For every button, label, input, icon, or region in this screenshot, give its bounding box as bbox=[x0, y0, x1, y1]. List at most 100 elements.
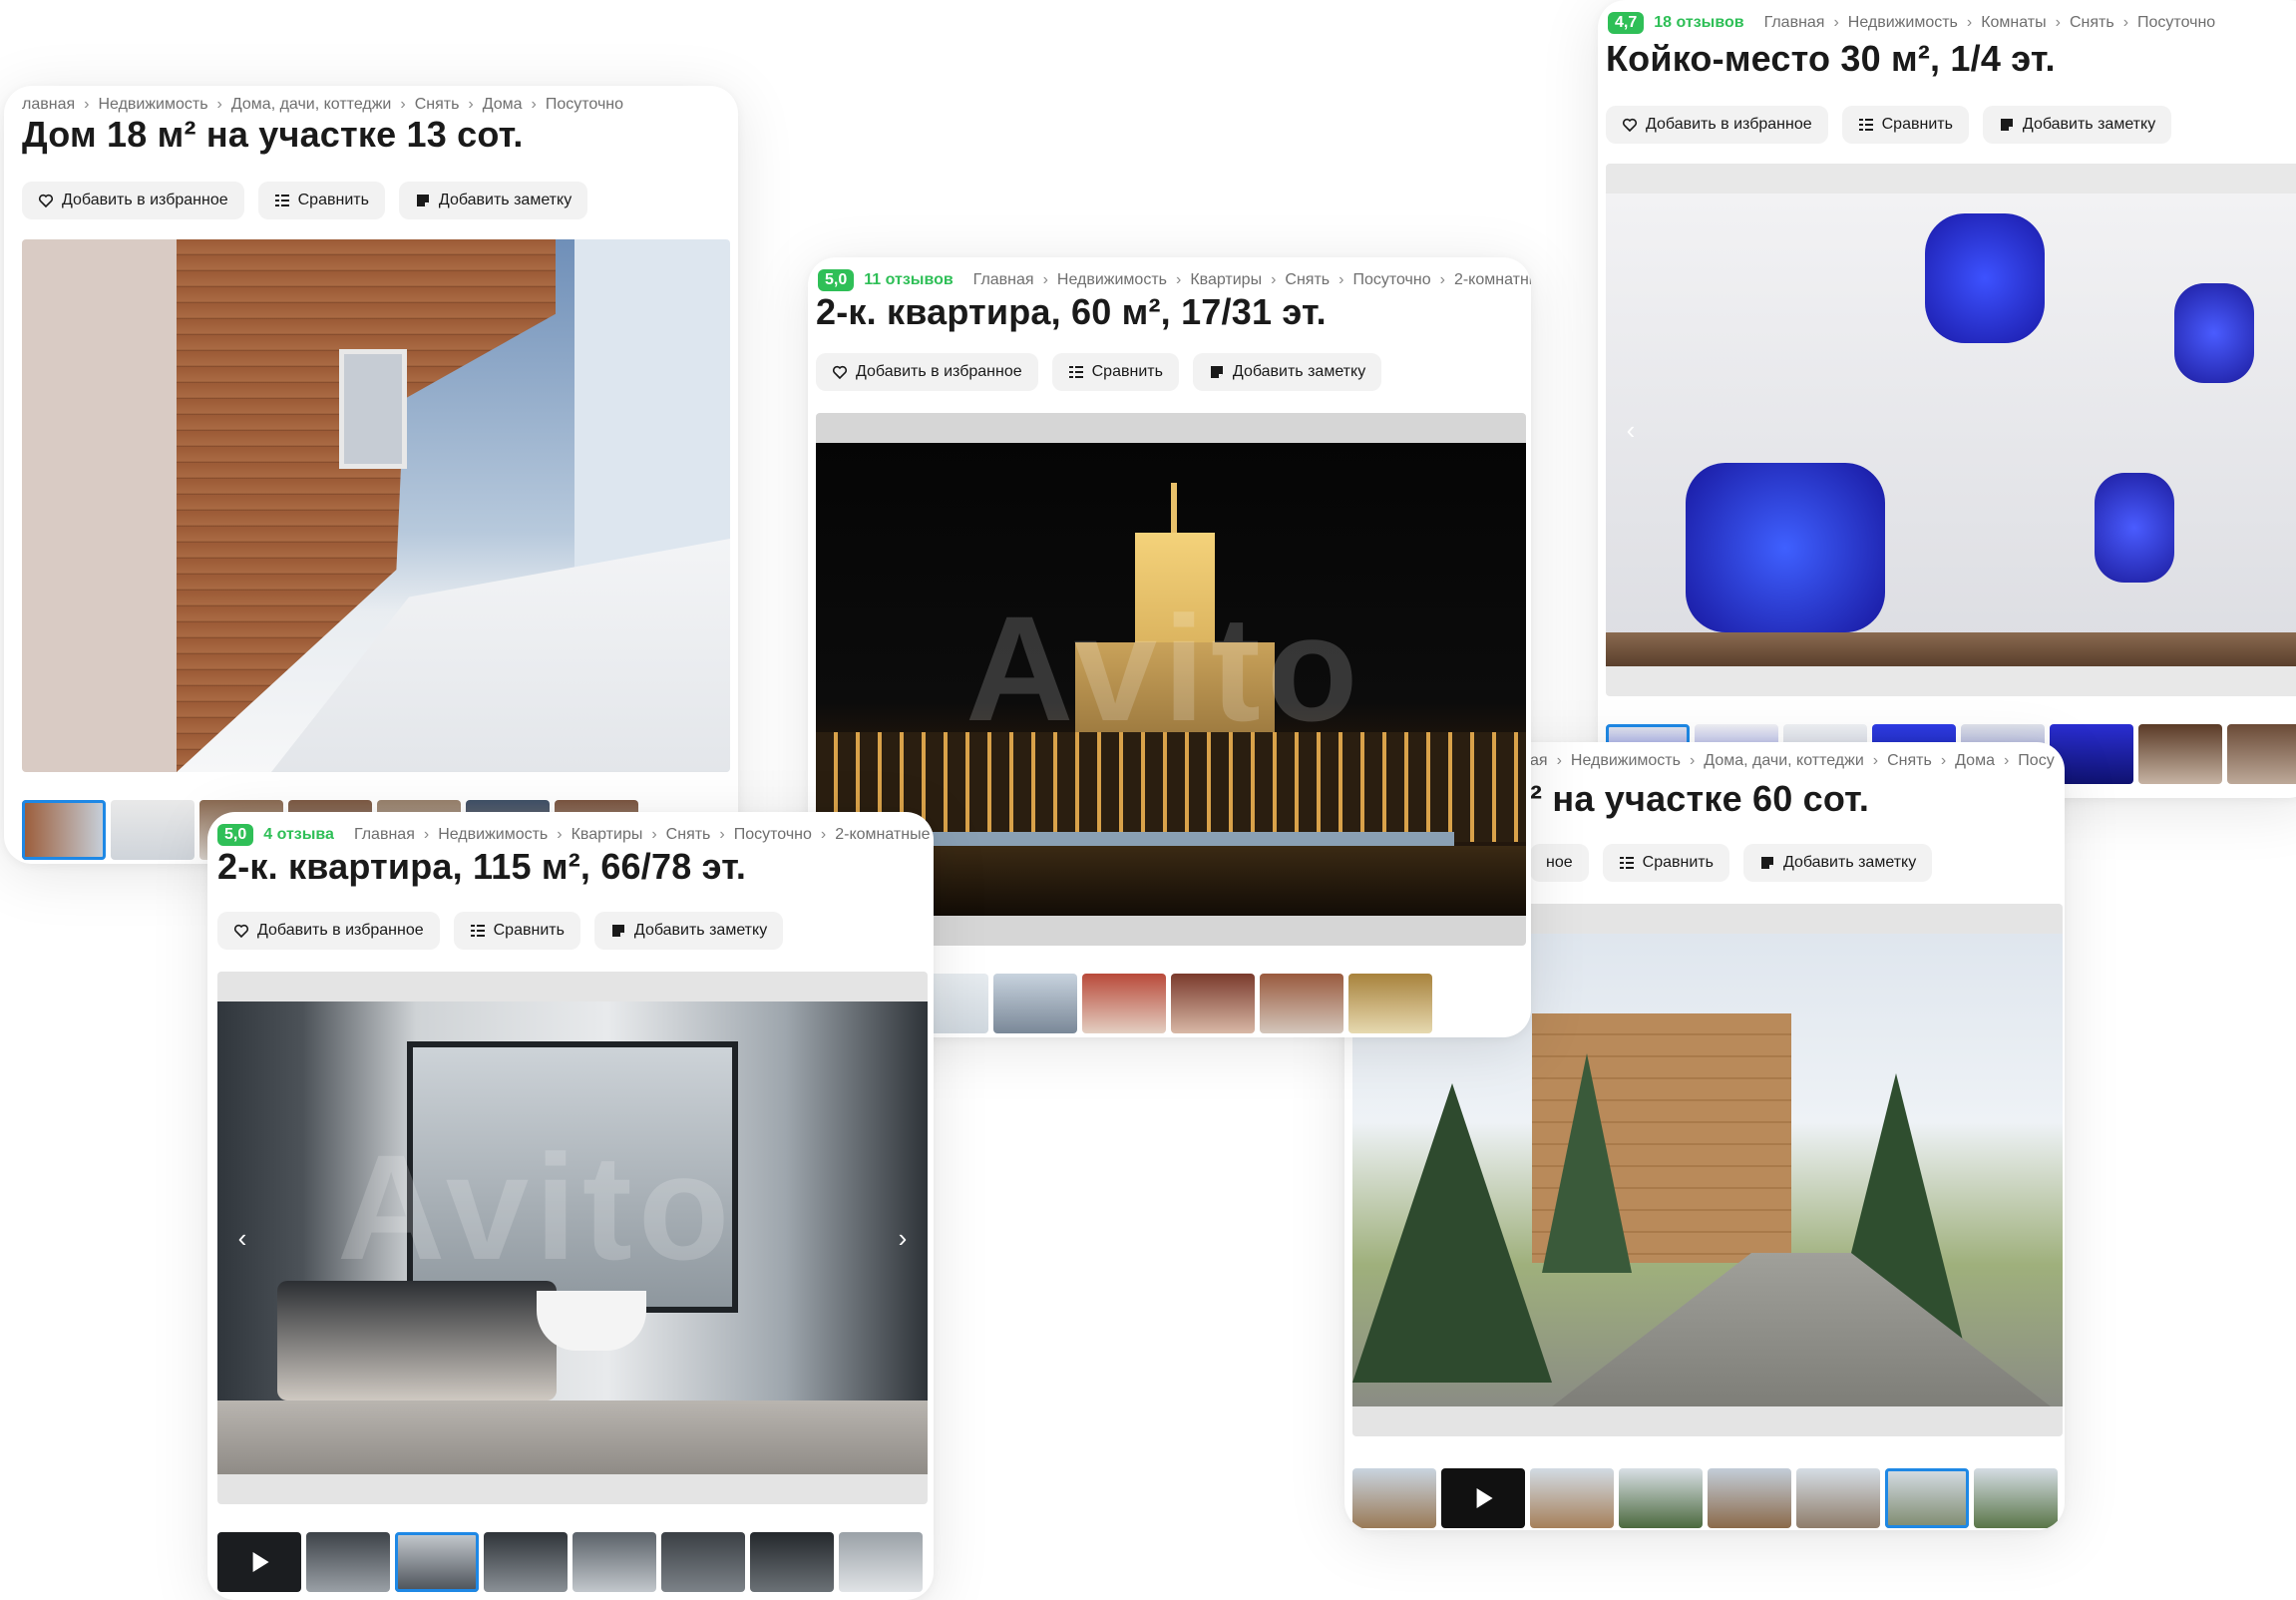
note-icon bbox=[611, 925, 624, 937]
reviews-link[interactable]: 11 отзывов bbox=[864, 271, 953, 289]
heart-icon bbox=[1622, 118, 1638, 133]
breadcrumb-item[interactable]: Посу bbox=[2018, 752, 2054, 770]
prev-photo-arrow[interactable]: ‹ bbox=[231, 1225, 253, 1251]
add-favorite-label: Добавить в избранное bbox=[62, 192, 228, 208]
thumbnail[interactable] bbox=[395, 1532, 479, 1592]
breadcrumb-item[interactable]: Посуточно bbox=[546, 96, 623, 114]
compare-button[interactable]: Сравнить bbox=[1841, 106, 1969, 144]
note-icon bbox=[2000, 119, 2013, 131]
thumbnail[interactable] bbox=[661, 1532, 745, 1592]
bathtub bbox=[537, 1291, 646, 1351]
breadcrumb-item[interactable]: 2-комнатные bbox=[835, 826, 930, 844]
compare-button[interactable]: Сравнить bbox=[257, 182, 385, 219]
thumbnail[interactable] bbox=[22, 800, 106, 860]
thumbnail[interactable] bbox=[1082, 974, 1166, 1033]
breadcrumb-item[interactable]: Квартиры bbox=[572, 826, 643, 844]
next-photo-arrow[interactable]: › bbox=[892, 1225, 914, 1251]
compare-icon bbox=[274, 195, 289, 206]
thumbnail[interactable] bbox=[1260, 974, 1343, 1033]
compare-button[interactable]: Сравнить bbox=[1051, 353, 1179, 391]
listing-photo[interactable]: ‹ bbox=[1606, 164, 2296, 696]
breadcrumb-item[interactable]: Недвижимость bbox=[1057, 271, 1167, 289]
listing-card-house-18: лавная › Недвижимость › Дома, дачи, коттед… bbox=[4, 86, 738, 864]
breadcrumb-item[interactable]: Главная bbox=[973, 271, 1034, 289]
breadcrumb-item[interactable]: Дома, дачи, коттеджи bbox=[231, 96, 391, 114]
add-note-button[interactable]: Добавить заметку bbox=[1742, 844, 1933, 882]
reviews-link[interactable]: 18 отзывов bbox=[1654, 14, 1743, 32]
compare-label: Сравнить bbox=[297, 192, 369, 208]
thumbnail[interactable] bbox=[1619, 1468, 1703, 1528]
prev-photo-arrow[interactable]: ‹ bbox=[1620, 417, 1642, 443]
thumbnail[interactable] bbox=[1348, 974, 1432, 1033]
listing-title: 2-к. квартира, 115 м², 66/78 эт. bbox=[217, 846, 747, 887]
breadcrumb-item[interactable]: Комнаты bbox=[1981, 14, 2046, 32]
rating-badge: 5,0 bbox=[217, 824, 254, 846]
rating-badge: 5,0 bbox=[818, 269, 855, 291]
add-favorite-button[interactable]: Добавить в избранное bbox=[217, 912, 440, 950]
breadcrumb-item[interactable]: Недвижимость bbox=[98, 96, 207, 114]
thumbnail[interactable] bbox=[1171, 974, 1255, 1033]
compare-button[interactable]: Сравнить bbox=[1602, 844, 1729, 882]
breadcrumb-item[interactable]: лавная bbox=[22, 96, 75, 114]
thumbnail[interactable] bbox=[750, 1532, 834, 1592]
paved-path bbox=[1552, 1253, 2051, 1406]
photo-bedroom: Avito ‹ › bbox=[217, 1001, 928, 1474]
thumbnail[interactable] bbox=[1974, 1468, 2058, 1528]
add-favorite-button[interactable]: Добавить в избранное bbox=[816, 353, 1038, 391]
breadcrumb-item[interactable]: Снять bbox=[2070, 14, 2114, 32]
thumbnail[interactable] bbox=[2227, 724, 2296, 784]
thumbnail[interactable] bbox=[111, 800, 194, 860]
breadcrumb-item[interactable]: Дома bbox=[483, 96, 523, 114]
thumbnail-video[interactable] bbox=[1441, 1468, 1525, 1528]
add-favorite-button[interactable]: Добавить в избранное bbox=[22, 182, 244, 219]
breadcrumb-item[interactable]: Главная bbox=[354, 826, 415, 844]
note-icon bbox=[1760, 857, 1773, 869]
thumbnail[interactable] bbox=[1530, 1468, 1614, 1528]
breadcrumb-item[interactable]: Снять bbox=[415, 96, 460, 114]
thumbnail[interactable] bbox=[1708, 1468, 1791, 1528]
breadcrumb-item[interactable]: Квартиры bbox=[1190, 271, 1262, 289]
compare-icon bbox=[470, 925, 485, 937]
breadcrumb-item[interactable]: Недвижимость bbox=[438, 826, 548, 844]
breadcrumb-item[interactable]: ая bbox=[1530, 752, 1548, 770]
watermark: Avito bbox=[965, 585, 1364, 752]
breadcrumb-item[interactable]: Недвижимость bbox=[1571, 752, 1681, 770]
add-note-button[interactable]: Добавить заметку bbox=[398, 182, 588, 219]
listing-title: Койко-место 30 м², 1/4 эт. bbox=[1606, 38, 2056, 79]
breadcrumb-item[interactable]: Недвижимость bbox=[1848, 14, 1958, 32]
thumbnail[interactable] bbox=[2138, 724, 2222, 784]
note-icon bbox=[1210, 366, 1223, 378]
breadcrumb-item[interactable]: Посуточно bbox=[734, 826, 812, 844]
breadcrumb-item[interactable]: Главная bbox=[1764, 14, 1825, 32]
thumbnail[interactable] bbox=[1885, 1468, 1969, 1528]
listing-photo[interactable]: Avito ‹ › bbox=[217, 972, 928, 1504]
note-icon bbox=[416, 195, 429, 206]
compare-button[interactable]: Сравнить bbox=[453, 912, 580, 950]
breadcrumb-item[interactable]: Посуточно bbox=[2137, 14, 2215, 32]
thumbnail[interactable] bbox=[839, 1532, 923, 1592]
breadcrumb: ая › Недвижимость › Дома, дачи, коттеджи › … bbox=[1530, 752, 2055, 770]
breadcrumb-item[interactable]: Посуточно bbox=[1352, 271, 1430, 289]
add-note-button[interactable]: Добавить заметку bbox=[593, 912, 784, 950]
thumbnail-video[interactable] bbox=[217, 1532, 301, 1592]
breadcrumb-item[interactable]: Дома, дачи, коттеджи bbox=[1704, 752, 1863, 770]
reviews-link[interactable]: 4 отзыва bbox=[263, 826, 334, 844]
add-note-button[interactable]: Добавить заметку bbox=[1982, 106, 2172, 144]
add-favorite-label: Добавить в избранное bbox=[1646, 116, 1812, 133]
thumbnail[interactable] bbox=[484, 1532, 568, 1592]
breadcrumb-item[interactable]: Дома bbox=[1955, 752, 1995, 770]
breadcrumb-item[interactable]: Снять bbox=[1887, 752, 1932, 770]
thumbnail[interactable] bbox=[993, 974, 1077, 1033]
add-favorite-button[interactable]: ное bbox=[1530, 844, 1589, 882]
add-favorite-button[interactable]: Добавить в избранное bbox=[1606, 106, 1828, 144]
thumbnail[interactable] bbox=[306, 1532, 390, 1592]
thumbnail[interactable] bbox=[1352, 1468, 1436, 1528]
breadcrumb-item[interactable]: Снять bbox=[666, 826, 711, 844]
add-note-button[interactable]: Добавить заметку bbox=[1192, 353, 1382, 391]
breadcrumb-item[interactable]: 2-комнатны bbox=[1454, 271, 1531, 289]
capsule-bottom-2 bbox=[2095, 473, 2174, 583]
listing-photo[interactable] bbox=[22, 239, 730, 772]
thumbnail[interactable] bbox=[573, 1532, 656, 1592]
breadcrumb-item[interactable]: Снять bbox=[1285, 271, 1330, 289]
thumbnail[interactable] bbox=[1796, 1468, 1880, 1528]
